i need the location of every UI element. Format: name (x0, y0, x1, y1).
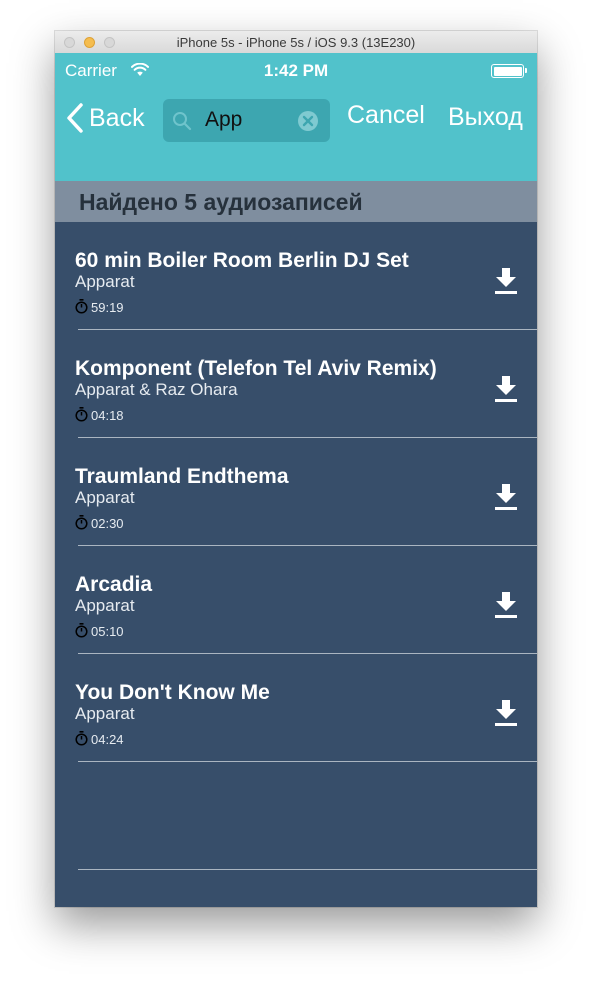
back-label: Back (89, 103, 145, 132)
exit-button[interactable]: Выход (448, 103, 523, 132)
empty-row (55, 762, 537, 870)
battery-icon (491, 64, 527, 78)
download-icon[interactable] (494, 699, 518, 727)
download-icon[interactable] (494, 375, 518, 403)
stopwatch-icon (75, 299, 88, 314)
row-divider (78, 869, 537, 870)
search-input[interactable] (205, 107, 287, 133)
clear-search-icon[interactable] (297, 110, 319, 132)
track-title: You Don't Know Me (75, 681, 270, 704)
stopwatch-icon (75, 623, 88, 638)
track-duration: 04:18 (91, 408, 124, 423)
search-field[interactable] (163, 99, 330, 142)
track-artist: Apparat (75, 272, 135, 291)
back-button[interactable]: Back (65, 101, 145, 135)
track-artist: Apparat (75, 596, 135, 615)
app-header: Carrier 1:42 PM Back App Cancel Выход (55, 53, 537, 182)
results-count-label: Найдено 5 аудиозаписей (79, 189, 363, 215)
stopwatch-icon (75, 407, 88, 422)
stopwatch-icon (75, 731, 88, 746)
track-duration: 59:19 (91, 300, 124, 315)
track-title: Komponent (Telefon Tel Aviv Remix) (75, 357, 437, 380)
navigation-bar: Back Cancel Выход (55, 93, 537, 149)
status-bar: Carrier 1:42 PM (55, 53, 537, 89)
track-duration: 04:24 (91, 732, 124, 747)
cancel-button[interactable]: Cancel (347, 101, 425, 130)
track-row[interactable]: You Don't Know Me Apparat 04:24 (55, 654, 537, 762)
track-title: 60 min Boiler Room Berlin DJ Set (75, 249, 409, 272)
simulator-window: iPhone 5s - iPhone 5s / iOS 9.3 (13E230)… (55, 31, 537, 907)
window-titlebar: iPhone 5s - iPhone 5s / iOS 9.3 (13E230) (55, 31, 537, 54)
track-row[interactable]: Arcadia Apparat 05:10 (55, 546, 537, 654)
track-title: Arcadia (75, 573, 153, 596)
track-row[interactable]: Komponent (Telefon Tel Aviv Remix) Appar… (55, 330, 537, 438)
download-icon[interactable] (494, 591, 518, 619)
download-icon[interactable] (494, 267, 518, 295)
track-duration: 05:10 (91, 624, 124, 639)
track-list: 60 min Boiler Room Berlin DJ Set Apparat… (55, 222, 537, 870)
chevron-left-icon (67, 103, 83, 133)
track-artist: Apparat (75, 488, 135, 507)
download-icon[interactable] (494, 483, 518, 511)
track-title: Traumland Endthema (75, 465, 289, 488)
track-artist: Apparat & Raz Ohara (75, 380, 238, 399)
track-row[interactable]: 60 min Boiler Room Berlin DJ Set Apparat… (55, 222, 537, 330)
track-duration: 02:30 (91, 516, 124, 531)
window-title: iPhone 5s - iPhone 5s / iOS 9.3 (13E230) (176, 35, 416, 50)
results-count-header: Найдено 5 аудиозаписей (55, 181, 537, 222)
status-time: 1:42 PM (263, 61, 329, 80)
stopwatch-icon (75, 515, 88, 530)
search-icon (173, 112, 192, 131)
track-artist: Apparat (75, 704, 135, 723)
track-row[interactable]: Traumland Endthema Apparat 02:30 (55, 438, 537, 546)
